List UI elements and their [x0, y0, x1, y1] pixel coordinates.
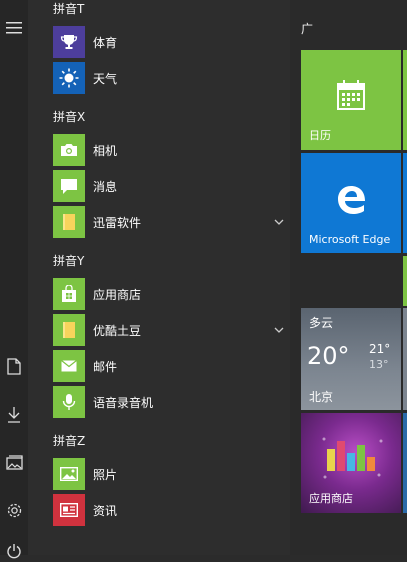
app-label: 邮件 [93, 359, 118, 374]
left-rail [0, 0, 28, 559]
tile-label: 应用商店 [309, 492, 353, 505]
offscreen-tile-edge [403, 256, 407, 306]
gear-icon[interactable] [3, 499, 25, 521]
calendar-tile[interactable]: 日历 [301, 50, 401, 150]
store-bag-icon [53, 278, 85, 310]
tile-label: 日历 [309, 129, 331, 142]
camera-icon [53, 134, 85, 166]
tile-group-title[interactable]: 广 [301, 20, 313, 37]
photo-icon [53, 458, 85, 490]
weather-city: 北京 [309, 390, 334, 404]
app-label: 语音录音机 [93, 395, 154, 410]
app-label: 优酷土豆 [93, 323, 142, 338]
edge-icon [338, 186, 365, 214]
group-header-t[interactable]: 拼音T [53, 1, 84, 17]
chevron-down-icon[interactable] [272, 215, 286, 229]
app-photos[interactable]: 照片 [53, 458, 298, 490]
mail-icon [53, 350, 85, 382]
tiles-panel: 广 日历 Microsoft Edge 多云 20° 21° 13° 北京 应用… [290, 0, 407, 555]
app-weather[interactable]: 天气 [53, 62, 298, 94]
weather-tile[interactable]: 多云 20° 21° 13° 北京 [301, 308, 401, 410]
calendar-icon [337, 80, 365, 110]
edge-tile[interactable]: Microsoft Edge [301, 153, 401, 253]
app-messaging[interactable]: 消息 [53, 170, 298, 202]
app-label: 天气 [93, 71, 118, 86]
chevron-down-icon[interactable] [272, 323, 286, 337]
power-icon[interactable] [3, 540, 25, 562]
trophy-icon [53, 26, 85, 58]
app-label: 迅雷软件 [93, 215, 142, 230]
app-label: 体育 [93, 35, 118, 50]
app-label: 应用商店 [93, 287, 142, 302]
weather-condition: 多云 [309, 316, 334, 330]
app-camera[interactable]: 相机 [53, 134, 298, 166]
pictures-icon[interactable] [3, 451, 25, 473]
offscreen-tile-edge [403, 308, 407, 410]
offscreen-tile-edge [403, 153, 407, 253]
app-mail[interactable]: 邮件 [53, 350, 298, 382]
app-label: 资讯 [93, 503, 118, 518]
store-tile[interactable]: 应用商店 [301, 413, 401, 513]
chat-icon [53, 170, 85, 202]
weather-temperature: 20° [307, 342, 350, 370]
offscreen-tile-edge [403, 50, 407, 150]
group-header-z[interactable]: 拼音Z [53, 433, 85, 449]
all-apps-list: 拼音T 体育 天气 拼音X 相机 消息 迅雷软件 拼音Y 应用商店 优酷土豆 邮… [28, 0, 290, 555]
app-sports[interactable]: 体育 [53, 26, 298, 58]
app-youku-folder[interactable]: 优酷土豆 [53, 314, 298, 346]
folder-icon [53, 206, 85, 238]
tile-label: Microsoft Edge [309, 233, 391, 246]
folder-icon [53, 314, 85, 346]
microphone-icon [53, 386, 85, 418]
group-header-x[interactable]: 拼音X [53, 109, 85, 125]
app-news[interactable]: 资讯 [53, 494, 298, 526]
weather-high: 21° [369, 342, 391, 356]
weather-low: 13° [369, 358, 389, 371]
news-icon [53, 494, 85, 526]
app-label: 相机 [93, 143, 118, 158]
download-icon[interactable] [3, 403, 25, 425]
document-icon[interactable] [3, 355, 25, 377]
sun-icon [53, 62, 85, 94]
app-label: 照片 [93, 467, 118, 482]
store-graphic-icon [322, 437, 383, 479]
offscreen-tile-edge [403, 413, 407, 513]
group-header-y[interactable]: 拼音Y [53, 253, 84, 269]
app-label: 消息 [93, 179, 118, 194]
hamburger-menu-icon[interactable] [3, 17, 25, 39]
app-store[interactable]: 应用商店 [53, 278, 298, 310]
app-voice-recorder[interactable]: 语音录音机 [53, 386, 298, 418]
app-xunlei-folder[interactable]: 迅雷软件 [53, 206, 298, 238]
